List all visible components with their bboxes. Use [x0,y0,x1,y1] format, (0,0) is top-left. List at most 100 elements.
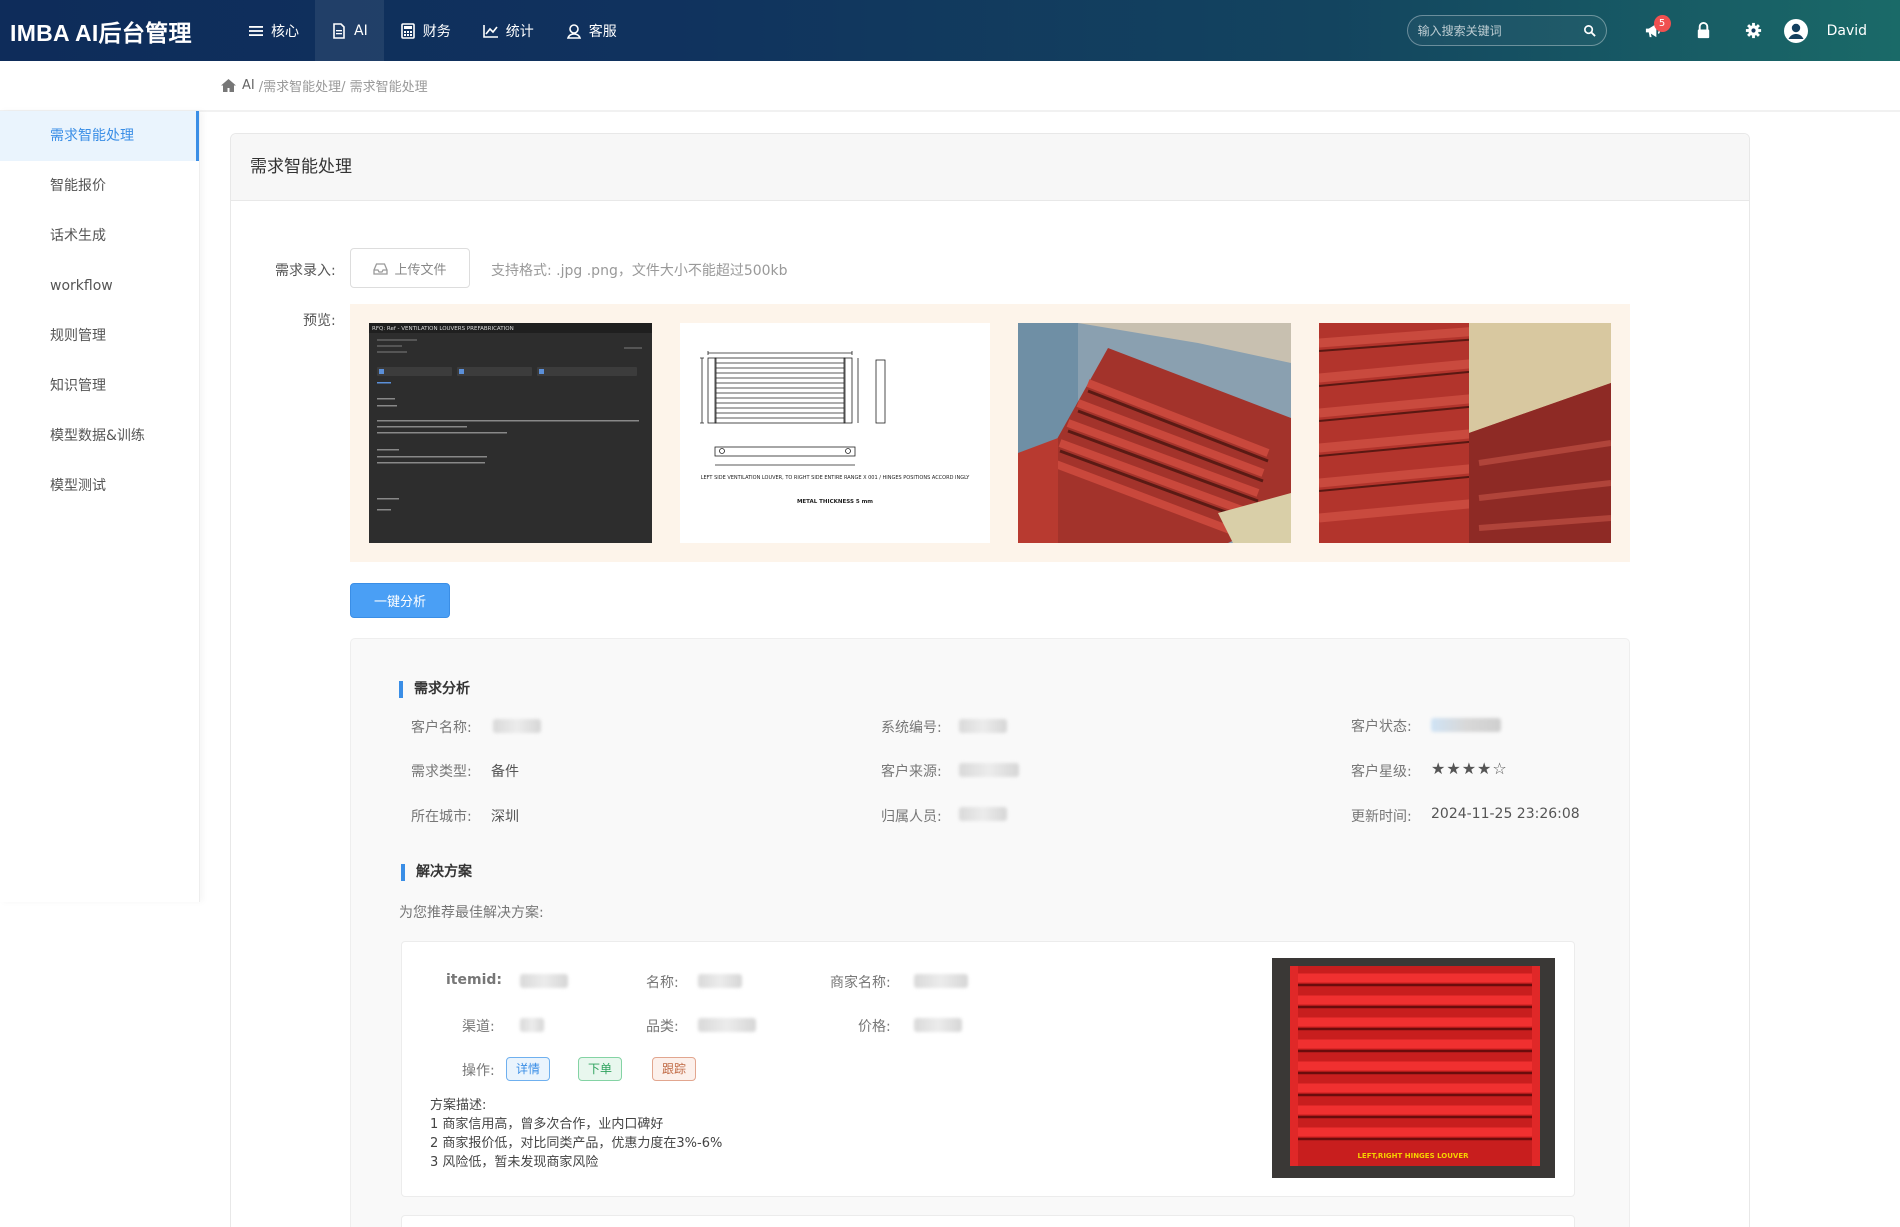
notification-button[interactable]: 5 [1629,0,1679,61]
customer-status-value-redacted [1431,718,1501,732]
search-box[interactable] [1406,15,1607,46]
channel-label: 渠道: [462,1019,495,1035]
email-subject: RFQ: Ref - VENTILATION LOUVERS PREFABRIC… [372,326,514,332]
header-divider [0,110,1900,112]
sidebar-item-rule-management[interactable]: 规则管理 [0,311,199,361]
solution-description: 方案描述: 1 商家信用高，曾多次合作，业内口碑好 2 商家报价低，对比同类产品… [430,1096,722,1172]
breadcrumb-home-label: AI [242,78,255,93]
avatar-icon [1783,18,1808,43]
solution-description-line: 2 商家报价低，对比同类产品，优惠力度在3%-6% [430,1136,723,1151]
name-label: 名称: [646,975,679,991]
technical-drawing-image: LEFT SIDE VENTILATION LOUVER, TO RIGHT S… [680,323,990,543]
top-bar: IMBA AI后台管理 核心 AI 财务 统计 客服 5 [0,0,1900,61]
sidebar-item-demand-processing[interactable]: 需求智能处理 [0,111,199,161]
demand-type-label: 需求类型: [411,764,472,780]
red-louver-photo-image [1018,323,1291,543]
solution-description-line: 1 商家信用高，曾多次合作，业内口碑好 [430,1117,664,1132]
top-right-tools: 5 David [1406,0,1900,61]
lock-button[interactable] [1679,0,1729,61]
home-icon [221,79,236,92]
user-name: David [1826,22,1867,39]
nav-support-label: 客服 [588,23,617,40]
nav-core-label: 核心 [271,23,299,40]
solution-section-title: 解决方案 [401,864,472,881]
upload-button-label: 上传文件 [394,262,447,278]
preview-label: 预览: [303,313,336,329]
sidebar-item-workflow[interactable]: workflow [0,261,199,311]
solution-description-line: 3 风险低，暂未发现商家风险 [430,1155,599,1170]
breadcrumb-home[interactable]: AI [220,78,255,93]
nav-stats[interactable]: 统计 [467,0,550,61]
action-label: 操作: [462,1063,495,1079]
nav-core[interactable]: 核心 [232,0,315,61]
search-icon[interactable] [1583,24,1596,37]
input-label: 需求录入: [275,263,336,279]
upload-button[interactable]: 上传文件 [350,248,470,288]
user-menu[interactable]: David [1779,18,1867,44]
main-nav: 核心 AI 财务 统计 客服 [232,0,633,61]
customer-source-value-redacted [959,763,1019,777]
product-image[interactable]: LEFT,RIGHT HINGES LOUVER [1272,958,1555,1178]
merchant-value-redacted [914,974,968,988]
updated-value: 2024-11-25 23:26:08 [1431,806,1580,822]
calculator-icon [400,22,415,39]
price-label: 价格: [858,1019,891,1035]
document-icon [333,22,345,39]
product-image-caption: LEFT,RIGHT HINGES LOUVER [1357,1152,1469,1160]
category-label: 品类: [646,1019,679,1035]
nav-support[interactable]: 客服 [550,0,633,61]
demand-type-value: 备件 [491,764,519,780]
brand-title: IMBA AI后台管理 [10,19,192,46]
notification-badge: 5 [1653,15,1671,32]
owner-value-redacted [959,807,1007,821]
order-button[interactable]: 下单 [578,1057,623,1081]
preview-photo-2[interactable] [1319,323,1611,543]
search-input[interactable] [1417,23,1583,38]
solution-subtitle: 为您推荐最佳解决方案: [399,905,544,921]
nav-ai-label: AI [354,22,368,39]
nav-ai[interactable]: AI [315,0,384,61]
sidebar-item-smart-quote[interactable]: 智能报价 [0,161,199,211]
sidebar-item-model-testing[interactable]: 模型测试 [0,461,199,511]
upload-tray-icon [373,262,389,275]
detail-button[interactable]: 详情 [506,1057,551,1081]
category-value-redacted [698,1018,756,1032]
red-louver-closeup-image [1319,323,1611,543]
customer-status-label: 客户状态: [1351,719,1412,735]
preview-area: RFQ: Ref - VENTILATION LOUVERS PREFABRIC… [350,304,1630,562]
analyze-button[interactable]: 一键分析 [350,583,450,618]
drawing-thickness: METAL THICKNESS 5 mm [797,499,873,505]
sidebar-item-script-generation[interactable]: 话术生成 [0,211,199,261]
preview-drawing-image[interactable]: LEFT SIDE VENTILATION LOUVER, TO RIGHT S… [680,323,990,543]
lock-icon [1697,21,1710,39]
preview-photo-1[interactable] [1018,323,1291,543]
city-label: 所在城市: [411,809,472,825]
settings-button[interactable] [1729,0,1779,61]
preview-email-image[interactable]: RFQ: Ref - VENTILATION LOUVERS PREFABRIC… [369,323,652,543]
customer-rating-label: 客户星级: [1351,764,1412,780]
track-button[interactable]: 跟踪 [652,1057,697,1081]
support-icon [566,23,581,39]
sidebar-item-knowledge-management[interactable]: 知识管理 [0,361,199,411]
system-id-label: 系统编号: [881,720,942,736]
drawing-caption: LEFT SIDE VENTILATION LOUVER, TO RIGHT S… [701,475,971,481]
nav-stats-label: 统计 [505,23,534,40]
city-value: 深圳 [491,809,519,825]
email-screenshot-image: RFQ: Ref - VENTILATION LOUVERS PREFABRIC… [369,323,652,543]
breadcrumb: AI /需求智能处理/ 需求智能处理 [220,76,428,95]
customer-name-value-redacted [493,719,541,733]
itemid-value-redacted [520,974,568,988]
analysis-section-title: 需求分析 [399,681,470,698]
analysis-result: 需求分析 客户名称: 系统编号: 客户状态: 需求类型: 备件 客户来源: 客户… [350,638,1630,1227]
itemid-label: itemid: [446,972,502,988]
page-title: 需求智能处理 [231,134,1749,201]
upload-hint: 支持格式: .jpg .png，文件大小不能超过500kb [491,263,788,279]
red-louver-product-image: LEFT,RIGHT HINGES LOUVER [1272,958,1555,1178]
updated-label: 更新时间: [1351,809,1412,825]
channel-value-redacted [520,1018,544,1032]
sidebar-item-model-training[interactable]: 模型数据&训练 [0,411,199,461]
nav-finance[interactable]: 财务 [384,0,467,61]
gear-icon [1745,22,1762,39]
owner-label: 归属人员: [881,809,942,825]
name-value-redacted [698,974,742,988]
